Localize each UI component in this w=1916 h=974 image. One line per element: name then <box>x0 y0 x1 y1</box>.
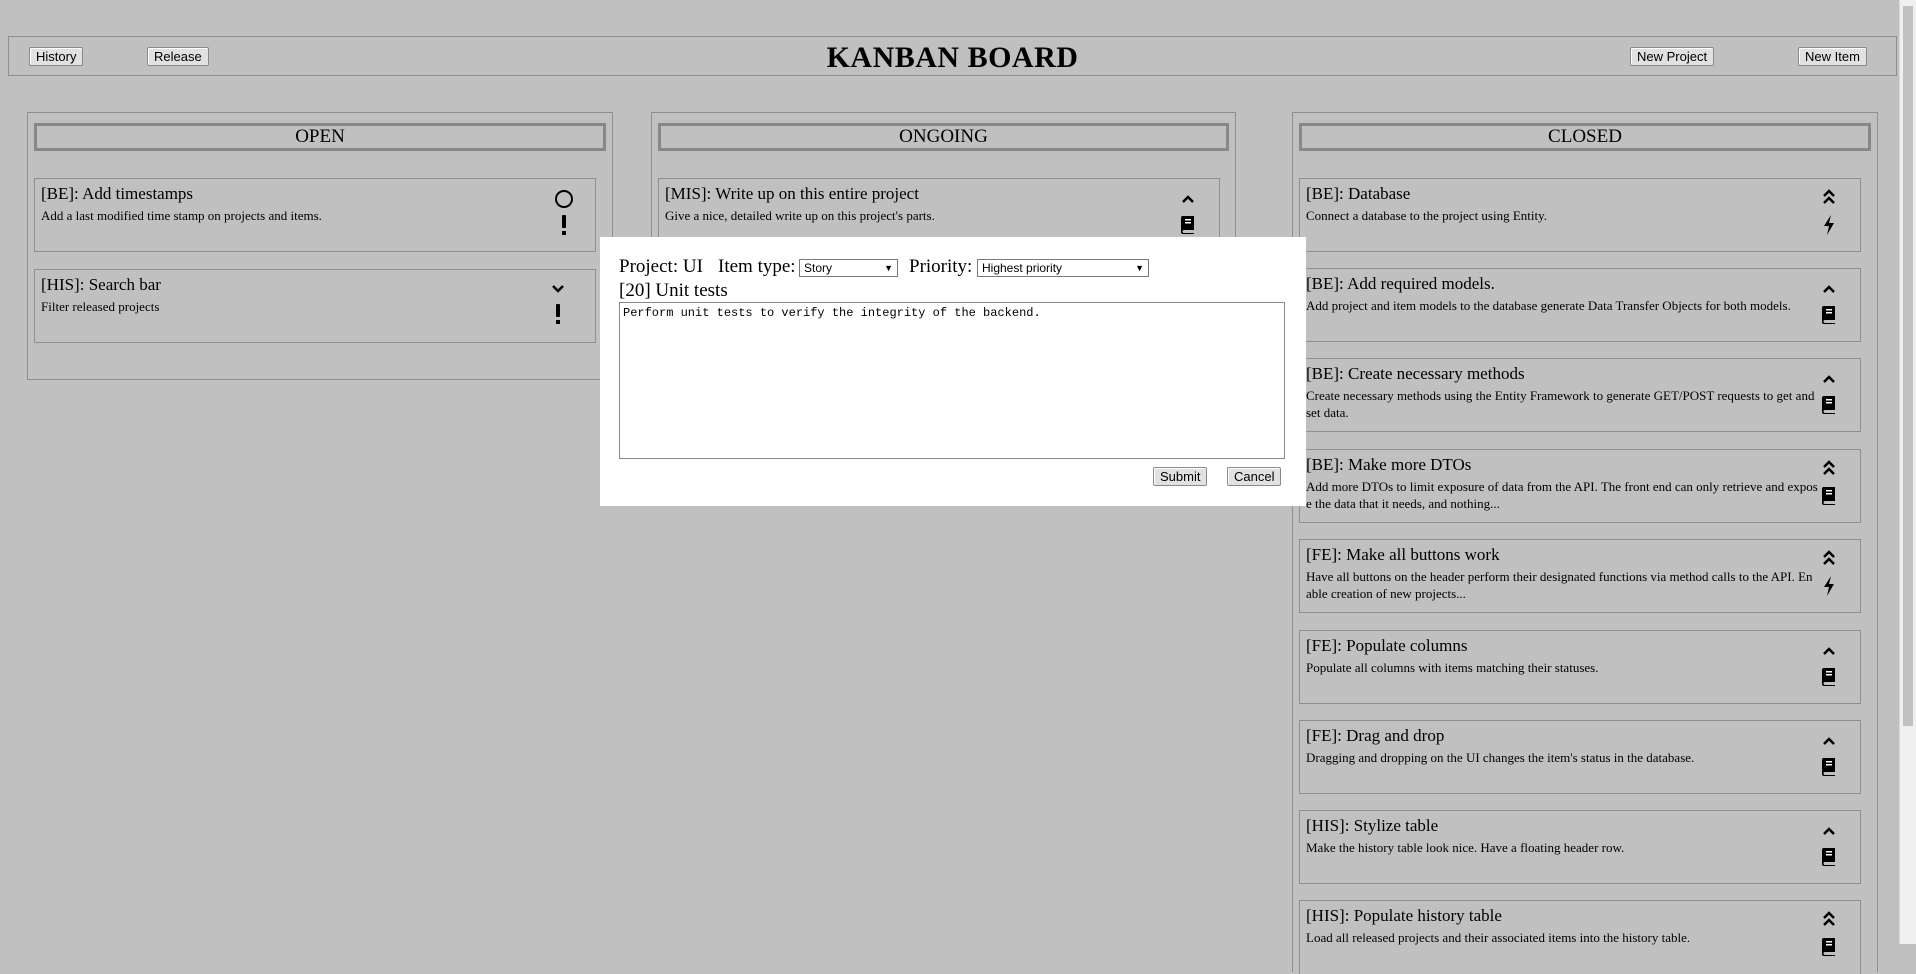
dropdown-arrow-icon: ▼ <box>1135 263 1144 273</box>
card-description: Create necessary methods using the Entit… <box>1306 388 1815 420</box>
item-type-label: Item type: <box>718 256 796 277</box>
card-item[interactable]: [HIS]: Search bar Filter released projec… <box>34 269 596 343</box>
card-item[interactable]: [BE]: Database Connect a database to the… <box>1299 178 1861 252</box>
column-ongoing: ONGOING [MIS]: Write up on this entire p… <box>651 112 1236 252</box>
bolt-icon <box>1818 214 1840 236</box>
book-icon <box>1818 666 1840 688</box>
double-chevron-up-icon <box>1818 547 1840 569</box>
chevron-up-icon <box>1818 278 1840 300</box>
column-open: OPEN [BE]: Add timestamps Add a last mod… <box>27 112 613 380</box>
card-description: Filter released projects <box>41 299 160 314</box>
scrollbar-thumb[interactable] <box>1903 6 1913 726</box>
edit-item-modal: Project: UI Item type: Story ▼ Priority:… <box>600 237 1306 506</box>
card-description: Add more DTOs to limit exposure of data … <box>1306 479 1818 511</box>
card-description: Dragging and dropping on the UI changes … <box>1306 750 1695 765</box>
card-title: [BE]: Add timestamps <box>41 184 194 203</box>
bolt-icon <box>1818 575 1840 597</box>
card-item[interactable]: [BE]: Add required models. Add project a… <box>1299 268 1861 342</box>
priority-label: Priority: <box>909 256 973 277</box>
double-chevron-up-icon <box>1818 457 1840 479</box>
dropdown-arrow-icon: ▼ <box>884 263 893 273</box>
card-title: [BE]: Add required models. <box>1306 274 1495 293</box>
book-icon <box>1818 936 1840 958</box>
card-item[interactable]: [HIS]: Populate history table Load all r… <box>1299 900 1861 974</box>
card-description: Add project and item models to the datab… <box>1306 298 1791 313</box>
card-item[interactable]: [BE]: Create necessary methods Create ne… <box>1299 358 1861 432</box>
card-title: [FE]: Populate columns <box>1306 636 1468 655</box>
column-title: ONGOING <box>658 123 1229 151</box>
card-item[interactable]: [FE]: Make all buttons work Have all but… <box>1299 539 1861 613</box>
book-icon <box>1177 214 1199 236</box>
exclamation-icon <box>553 214 575 236</box>
double-chevron-up-icon <box>1818 908 1840 930</box>
card-description: Populate all columns with items matching… <box>1306 660 1599 675</box>
double-chevron-up-icon <box>1818 186 1840 208</box>
cancel-button[interactable]: Cancel <box>1227 467 1282 486</box>
chevron-up-icon <box>1818 820 1840 842</box>
card-description: Make the history table look nice. Have a… <box>1306 840 1625 855</box>
card-title: [BE]: Create necessary methods <box>1306 364 1525 383</box>
card-item[interactable]: [FE]: Drag and drop Dragging and droppin… <box>1299 720 1861 794</box>
item-title: [20] Unit tests <box>619 280 728 301</box>
book-icon <box>1818 304 1840 326</box>
card-item[interactable]: [BE]: Add timestamps Add a last modified… <box>34 178 596 252</box>
vertical-scrollbar[interactable] <box>1899 0 1916 944</box>
column-closed: CLOSED [BE]: Database Connect a database… <box>1292 112 1878 974</box>
card-title: [BE]: Make more DTOs <box>1306 455 1472 474</box>
header-bar: History Release KANBAN BOARD New Project… <box>8 36 1897 76</box>
card-description: Load all released projects and their ass… <box>1306 930 1691 945</box>
exclamation-icon <box>547 303 569 325</box>
card-description: Give a nice, detailed write up on this p… <box>665 208 935 223</box>
item-type-value: Story <box>804 261 833 275</box>
submit-button[interactable]: Submit <box>1153 467 1208 486</box>
column-title: CLOSED <box>1299 123 1871 151</box>
description-textarea[interactable]: Perform unit tests to verify the integri… <box>619 302 1285 459</box>
column-title: OPEN <box>34 123 606 151</box>
circle-icon <box>553 188 575 210</box>
card-title: [FE]: Make all buttons work <box>1306 545 1500 564</box>
priority-value: Highest priority <box>982 261 1063 275</box>
card-title: [HIS]: Search bar <box>41 275 161 294</box>
card-description: Have all buttons on the header perform t… <box>1306 569 1813 601</box>
card-description: Connect a database to the project using … <box>1306 208 1548 223</box>
card-item[interactable]: [FE]: Populate columns Populate all colu… <box>1299 630 1861 704</box>
card-title: [HIS]: Populate history table <box>1306 906 1502 925</box>
chevron-up-icon <box>1818 368 1840 390</box>
chevron-up-icon <box>1177 188 1199 210</box>
priority-select[interactable]: Highest priority ▼ <box>977 259 1149 277</box>
new-item-button[interactable]: New Item <box>1798 47 1867 66</box>
book-icon <box>1818 846 1840 868</box>
chevron-up-icon <box>1818 640 1840 662</box>
card-title: [HIS]: Stylize table <box>1306 816 1439 835</box>
card-item[interactable]: [HIS]: Stylize table Make the history ta… <box>1299 810 1861 884</box>
card-title: [FE]: Drag and drop <box>1306 726 1445 745</box>
book-icon <box>1818 394 1840 416</box>
chevron-up-icon <box>1818 730 1840 752</box>
book-icon <box>1818 756 1840 778</box>
new-project-button[interactable]: New Project <box>1630 47 1715 66</box>
chevron-down-icon <box>547 278 569 300</box>
card-title: [MIS]: Write up on this entire project <box>665 184 919 203</box>
book-icon <box>1818 485 1840 507</box>
card-description: Add a last modified time stamp on projec… <box>41 208 322 223</box>
card-item[interactable]: [BE]: Make more DTOs Add more DTOs to li… <box>1299 449 1861 523</box>
item-type-select[interactable]: Story ▼ <box>799 259 898 277</box>
page-title: KANBAN BOARD <box>826 41 1079 74</box>
card-title: [BE]: Database <box>1306 184 1411 203</box>
project-label: Project: UI <box>619 256 703 277</box>
